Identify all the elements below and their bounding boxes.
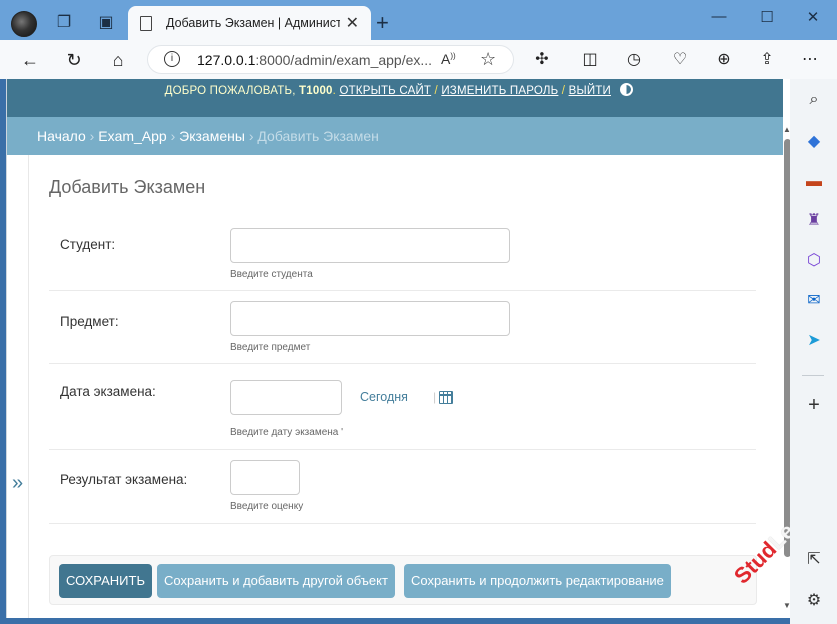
settings-gear-icon[interactable]: ⚙ bbox=[803, 590, 825, 612]
browser-toolbar: ← ↻ ⌂ i 127.0.0.1:8000/admin/exam_app/ex… bbox=[0, 40, 837, 79]
student-label: Студент: bbox=[60, 237, 116, 252]
maximize-icon[interactable]: ☐ bbox=[752, 8, 782, 28]
chevron-double-right-icon: » bbox=[12, 472, 24, 494]
browser-essentials-icon[interactable]: ♡ bbox=[668, 49, 692, 71]
subject-help: Введите предмет bbox=[230, 342, 311, 353]
link-separator: / bbox=[558, 85, 569, 97]
browser-titlebar: ❐ ▣ Добавить Экзамен | Администр ✕ + — ☐… bbox=[0, 0, 837, 40]
result-label: Результат экзамена: bbox=[60, 472, 188, 487]
save-and-add-another-button[interactable]: Сохранить и добавить другой объект bbox=[157, 564, 395, 598]
welcome-text: ДОБРО ПОЖАЛОВАТЬ, bbox=[164, 85, 300, 97]
breadcrumb-current: Добавить Экзамен bbox=[257, 128, 379, 144]
username: T1000 bbox=[299, 85, 333, 97]
site-info-icon[interactable]: i bbox=[164, 51, 180, 67]
add-sidebar-app-icon[interactable]: + bbox=[803, 394, 825, 416]
open-external-icon[interactable]: ⇱ bbox=[803, 549, 825, 571]
home-icon[interactable]: ⌂ bbox=[106, 49, 130, 71]
breadcrumb: Начало › Exam_App › Экзамены › Добавить … bbox=[7, 117, 790, 155]
subject-label: Предмет: bbox=[60, 314, 119, 329]
minimize-icon[interactable]: — bbox=[704, 8, 734, 28]
sidebar-divider bbox=[802, 375, 824, 376]
address-path: :8000/admin/exam_app/ex... bbox=[255, 52, 433, 68]
send-telegram-icon[interactable]: ➤ bbox=[803, 330, 825, 352]
save-button[interactable]: СОХРАНИТЬ bbox=[59, 564, 152, 598]
extensions-icon[interactable]: ✣ bbox=[530, 49, 554, 71]
browser-tab-active[interactable]: Добавить Экзамен | Администр ✕ bbox=[128, 6, 371, 40]
date-separator: | bbox=[433, 390, 437, 404]
breadcrumb-separator: › bbox=[170, 128, 176, 144]
microsoft365-icon[interactable]: ⬡ bbox=[803, 250, 825, 272]
workspaces-icon[interactable]: ❐ bbox=[53, 13, 75, 33]
refresh-icon[interactable]: ↻ bbox=[62, 49, 86, 71]
breadcrumb-home[interactable]: Начало bbox=[37, 128, 86, 144]
save-and-continue-button[interactable]: Сохранить и продолжить редактирование bbox=[404, 564, 671, 598]
form-row-result: Результат экзамена: Введите оценку bbox=[49, 450, 756, 524]
read-aloud-icon[interactable]: A)) bbox=[441, 51, 456, 67]
favorite-star-icon[interactable]: ☆ bbox=[480, 49, 496, 70]
tab-actions-icon[interactable]: ▣ bbox=[95, 13, 117, 33]
profile-avatar[interactable] bbox=[11, 11, 37, 37]
date-input[interactable] bbox=[230, 380, 342, 415]
more-menu-icon[interactable]: ⋯ bbox=[798, 49, 822, 71]
result-input[interactable] bbox=[230, 460, 300, 495]
form-row-date: Дата экзамена: Сегодня | Введите дату эк… bbox=[49, 364, 756, 450]
page-title: Добавить Экзамен bbox=[49, 177, 206, 197]
date-label: Дата экзамена: bbox=[60, 384, 156, 399]
breadcrumb-separator: › bbox=[89, 128, 95, 144]
result-help: Введите оценку bbox=[230, 501, 304, 512]
page-favicon-icon bbox=[140, 16, 152, 31]
split-screen-icon[interactable]: ◫ bbox=[578, 49, 602, 71]
view-site-link[interactable]: ОТКРЫТЬ САЙТ bbox=[339, 85, 431, 97]
tools-briefcase-icon[interactable]: ▬ bbox=[803, 171, 825, 193]
address-bar[interactable]: i 127.0.0.1:8000/admin/exam_app/ex... A)… bbox=[147, 45, 514, 74]
tab-close-icon[interactable]: ✕ bbox=[346, 13, 359, 33]
tab-title: Добавить Экзамен | Администр bbox=[166, 16, 340, 30]
today-link[interactable]: Сегодня bbox=[360, 390, 408, 404]
back-arrow-icon[interactable]: ← bbox=[18, 49, 42, 71]
form-row-subject: Предмет: Введите предмет bbox=[49, 291, 756, 364]
scroll-up-arrow-icon[interactable]: ▲ bbox=[783, 125, 790, 134]
window-close-icon[interactable]: ✕ bbox=[798, 8, 828, 28]
collections-icon[interactable]: ⊕ bbox=[712, 49, 736, 71]
form-row-student: Студент: Введите студента bbox=[49, 218, 756, 291]
date-help: Введите дату экзамена ' bbox=[230, 427, 344, 438]
search-icon[interactable]: ⌕ bbox=[803, 89, 825, 111]
new-tab-icon[interactable]: + bbox=[376, 12, 389, 34]
shopping-tag-icon[interactable]: ◆ bbox=[803, 131, 825, 153]
submit-row: СОХРАНИТЬ Сохранить и добавить другой об… bbox=[49, 555, 757, 605]
games-chess-icon[interactable]: ♜ bbox=[803, 210, 825, 232]
student-help: Введите студента bbox=[230, 269, 313, 280]
edge-sidebar: ⌕ ◆ ▬ ♜ ⬡ ✉ ➤ + ⇱ ⚙ bbox=[790, 79, 837, 624]
subject-input[interactable] bbox=[230, 301, 510, 336]
outlook-icon[interactable]: ✉ bbox=[803, 290, 825, 312]
breadcrumb-model[interactable]: Экзамены bbox=[179, 128, 245, 144]
share-icon[interactable]: ⇪ bbox=[755, 49, 779, 71]
breadcrumb-app[interactable]: Exam_App bbox=[98, 128, 166, 144]
link-separator: / bbox=[431, 85, 442, 97]
change-password-link[interactable]: ИЗМЕНИТЬ ПАРОЛЬ bbox=[441, 85, 558, 97]
nav-sidebar-toggle[interactable]: » bbox=[7, 155, 29, 618]
calendar-icon[interactable] bbox=[439, 391, 453, 404]
scroll-down-arrow-icon[interactable]: ▼ bbox=[783, 601, 790, 610]
history-icon[interactable]: ◷ bbox=[622, 49, 646, 71]
logout-link[interactable]: ВЫЙТИ bbox=[569, 85, 611, 97]
admin-header: ДОБРО ПОЖАЛОВАТЬ, T1000. ОТКРЫТЬ САЙТ / … bbox=[7, 79, 790, 117]
page-viewport: ДОБРО ПОЖАЛОВАТЬ, T1000. ОТКРЫТЬ САЙТ / … bbox=[6, 79, 790, 618]
student-input[interactable] bbox=[230, 228, 510, 263]
address-host: 127.0.0.1 bbox=[197, 52, 256, 68]
address-url[interactable]: 127.0.0.1:8000/admin/exam_app/ex... bbox=[197, 52, 432, 68]
user-tools: ДОБРО ПОЖАЛОВАТЬ, T1000. ОТКРЫТЬ САЙТ / … bbox=[7, 79, 790, 117]
breadcrumb-separator: › bbox=[248, 128, 254, 144]
main-content: Добавить Экзамен Студент: Введите студен… bbox=[29, 155, 769, 618]
theme-toggle-icon[interactable] bbox=[620, 83, 634, 96]
